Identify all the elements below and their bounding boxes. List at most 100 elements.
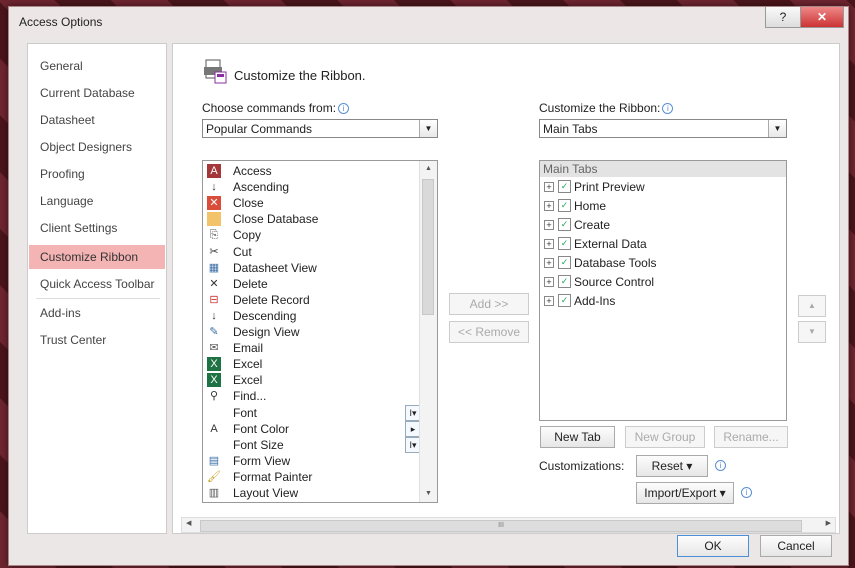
- command-list-item[interactable]: ↓ Ascending: [205, 179, 410, 195]
- nav-item-trust-center[interactable]: Trust Center: [29, 328, 165, 352]
- scroll-left-icon[interactable]: ◀: [186, 519, 191, 527]
- command-list-item[interactable]: ✂ Cut: [205, 244, 410, 260]
- command-list-item[interactable]: Close Database: [205, 211, 410, 227]
- command-label: Datasheet View: [233, 260, 317, 275]
- nav-item-customize-ribbon[interactable]: Customize Ribbon: [29, 245, 165, 269]
- command-label: Descending: [233, 308, 297, 323]
- command-list-item[interactable]: X Excel: [205, 356, 410, 372]
- chevron-down-icon: ▼: [419, 120, 437, 137]
- expand-icon[interactable]: +: [544, 182, 554, 192]
- nav-item-datasheet[interactable]: Datasheet: [29, 108, 165, 132]
- expand-icon[interactable]: +: [544, 239, 554, 249]
- commands-list-scrollbar[interactable]: ▲ ▼: [419, 161, 437, 502]
- nav-item-quick-access-toolbar[interactable]: Quick Access Toolbar: [29, 272, 165, 296]
- ok-button[interactable]: OK: [677, 535, 749, 557]
- ribbon-tab-label: Create: [574, 218, 611, 232]
- form-view-icon: ▤: [208, 454, 220, 467]
- hscrollbar-thumb[interactable]: III: [200, 520, 802, 532]
- checkbox-icon[interactable]: ✓: [558, 294, 571, 307]
- ribbon-tab-item[interactable]: + ✓ External Data: [544, 235, 784, 253]
- command-label: Excel: [233, 357, 263, 372]
- command-list-item[interactable]: ✕ Delete: [205, 276, 410, 292]
- new-tab-button[interactable]: New Tab: [540, 426, 615, 448]
- checkbox-icon[interactable]: ✓: [558, 218, 571, 231]
- command-list-item[interactable]: Font I▾: [205, 404, 421, 421]
- nav-item-client-settings[interactable]: Client Settings: [29, 216, 165, 240]
- nav-item-proofing[interactable]: Proofing: [29, 162, 165, 186]
- command-list-item[interactable]: ⊟ Delete Record: [205, 292, 410, 308]
- command-list-item[interactable]: ↓ Descending: [205, 308, 410, 324]
- nav-item-object-designers[interactable]: Object Designers: [29, 135, 165, 159]
- close-icon: ✕: [816, 10, 828, 24]
- checkbox-icon[interactable]: ✓: [558, 275, 571, 288]
- checkbox-icon[interactable]: ✓: [558, 256, 571, 269]
- command-label: Close: [233, 196, 264, 211]
- info-icon: i: [715, 460, 726, 471]
- ribbon-tab-item[interactable]: + ✓ Add-Ins: [544, 292, 784, 310]
- rename-button[interactable]: Rename...: [714, 426, 788, 448]
- command-list-item[interactable]: ✉ Email: [205, 340, 410, 356]
- customize-ribbon-dropdown[interactable]: Main Tabs ▼: [539, 119, 787, 138]
- command-list-item[interactable]: ▥ Layout View: [205, 485, 410, 501]
- expand-icon[interactable]: +: [544, 220, 554, 230]
- choose-commands-text: Choose commands from:: [202, 101, 337, 115]
- checkbox-icon[interactable]: ✓: [558, 180, 571, 193]
- command-list-item[interactable]: X Excel: [205, 372, 410, 388]
- arrow-up-icon: ▲: [808, 301, 816, 310]
- ribbon-tab-item[interactable]: + ✓ Print Preview: [544, 178, 784, 196]
- choose-commands-dropdown[interactable]: Popular Commands ▼: [202, 119, 438, 138]
- command-label: Access: [233, 164, 272, 178]
- expand-icon[interactable]: +: [544, 201, 554, 211]
- cancel-button[interactable]: Cancel: [760, 535, 832, 557]
- expand-icon[interactable]: +: [544, 277, 554, 287]
- scroll-up-icon[interactable]: ▲: [420, 161, 437, 177]
- font-color-icon: A: [210, 422, 218, 435]
- horizontal-scrollbar[interactable]: ◀ III ▶: [181, 517, 836, 533]
- command-list-item[interactable]: ✕ Close: [205, 195, 410, 211]
- chevron-down-icon: ▼: [768, 120, 786, 137]
- ribbon-tabs-tree[interactable]: Main Tabs + ✓ Print Preview + ✓ Home + ✓ Create +…: [539, 160, 787, 421]
- nav-item-current-database[interactable]: Current Database: [29, 81, 165, 105]
- sort-descending-icon: ↓: [211, 309, 217, 322]
- command-list-item[interactable]: ⎘ Copy: [205, 227, 410, 243]
- scroll-down-icon[interactable]: ▼: [420, 486, 437, 502]
- ribbon-tab-item[interactable]: + ✓ Home: [544, 197, 784, 215]
- nav-item-language[interactable]: Language: [29, 189, 165, 213]
- copy-icon: ⎘: [209, 229, 219, 242]
- command-list-item[interactable]: ⚲ Find...: [205, 388, 410, 404]
- ribbon-tab-label: Add-Ins: [574, 294, 616, 308]
- add-button[interactable]: Add >>: [449, 293, 529, 315]
- checkbox-icon[interactable]: ✓: [558, 237, 571, 250]
- customize-ribbon-value: Main Tabs: [543, 122, 598, 136]
- command-list-item[interactable]: 🖌 Format Painter: [205, 469, 410, 485]
- nav-item-add-ins[interactable]: Add-ins: [29, 301, 165, 325]
- help-button[interactable]: ?: [765, 7, 801, 28]
- checkbox-icon[interactable]: ✓: [558, 199, 571, 212]
- remove-button[interactable]: << Remove: [449, 321, 529, 343]
- move-up-button[interactable]: ▲: [798, 295, 826, 317]
- command-list-item[interactable]: A Access: [205, 163, 410, 179]
- command-label: Layout View: [233, 486, 299, 500]
- close-button[interactable]: ✕: [800, 7, 844, 28]
- import-export-button[interactable]: Import/Export ▾: [636, 482, 734, 504]
- command-list-item[interactable]: A Font Color ▸: [205, 420, 421, 437]
- reset-button[interactable]: Reset ▾: [636, 455, 708, 477]
- command-list-item[interactable]: ✎ Design View: [205, 324, 410, 340]
- nav-item-general[interactable]: General: [29, 54, 165, 78]
- title-bar: Access Options ? ✕: [9, 7, 848, 35]
- scissors-icon: ✂: [209, 245, 219, 258]
- command-list-item[interactable]: Font Size I▾: [205, 436, 421, 453]
- command-label: Design View: [233, 325, 300, 339]
- command-list-item[interactable]: ▤ Form View: [205, 453, 410, 469]
- expand-icon[interactable]: +: [544, 258, 554, 268]
- new-group-button[interactable]: New Group: [625, 426, 705, 448]
- scroll-right-icon[interactable]: ▶: [826, 519, 831, 527]
- expand-icon[interactable]: +: [544, 296, 554, 306]
- commands-list[interactable]: A Access ↓ Ascending ✕ Close Close Database ⎘ Co…: [202, 160, 438, 503]
- scrollbar-thumb[interactable]: [422, 179, 434, 315]
- command-list-item[interactable]: ▦ Datasheet View: [205, 260, 410, 276]
- move-down-button[interactable]: ▼: [798, 321, 826, 343]
- ribbon-tab-item[interactable]: + ✓ Source Control: [544, 273, 784, 291]
- ribbon-tab-item[interactable]: + ✓ Database Tools: [544, 254, 784, 272]
- ribbon-tab-item[interactable]: + ✓ Create: [544, 216, 784, 234]
